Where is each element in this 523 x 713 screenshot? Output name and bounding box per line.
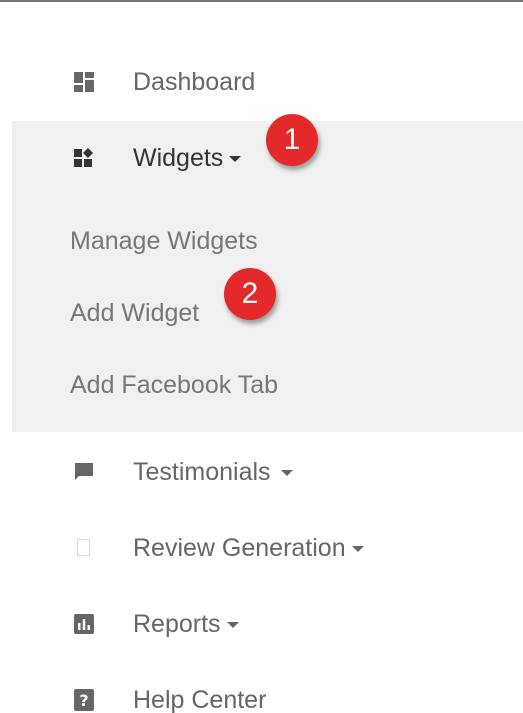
chevron-down-icon [280,470,293,476]
chevron-down-icon [229,156,242,162]
sidebar-item-reports[interactable]: Reports [0,604,523,644]
step-badge-1: 1 [266,114,318,166]
widgets-label-text: Widgets [133,143,224,172]
testimonials-label-text: Testimonials [133,457,271,486]
sidebar-item-help-center[interactable]: ? Help Center [0,680,523,713]
chevron-down-icon [351,546,364,552]
chevron-down-icon [226,622,239,628]
dashboard-icon [73,71,95,93]
review-generation-label-text: Review Generation [133,533,346,562]
sidebar-item-testimonials[interactable]: Testimonials [0,452,523,492]
sidebar-item-label: Help Center [133,685,267,713]
chat-bubble-icon [73,461,95,483]
top-divider [0,0,523,2]
bar-chart-icon [73,613,95,635]
submenu-item-add-widget[interactable]: Add Widget [70,299,199,328]
sidebar-item-label: Widgets [133,143,242,173]
sidebar-item-label: Testimonials [133,458,293,487]
sidebar-item-review-generation[interactable]: Review Generation [0,528,523,568]
sidebar-menu: Dashboard Widgets Manage Widgets Add Wid… [0,0,523,713]
sidebar-item-label: Dashboard [133,67,256,96]
blank-square-icon [73,537,95,559]
sidebar-item-label: Reports [133,610,239,639]
submenu-item-manage-widgets[interactable]: Manage Widgets [70,227,258,256]
sidebar-item-dashboard[interactable]: Dashboard [0,62,523,102]
sidebar-item-widgets[interactable]: Widgets [0,138,523,178]
help-icon: ? [73,689,95,711]
reports-label-text: Reports [133,609,221,638]
submenu-item-add-facebook-tab[interactable]: Add Facebook Tab [70,371,278,400]
widgets-icon [73,147,95,169]
svg-text:?: ? [79,691,88,710]
step-badge-2: 2 [224,268,276,320]
sidebar-item-label: Review Generation [133,534,364,563]
